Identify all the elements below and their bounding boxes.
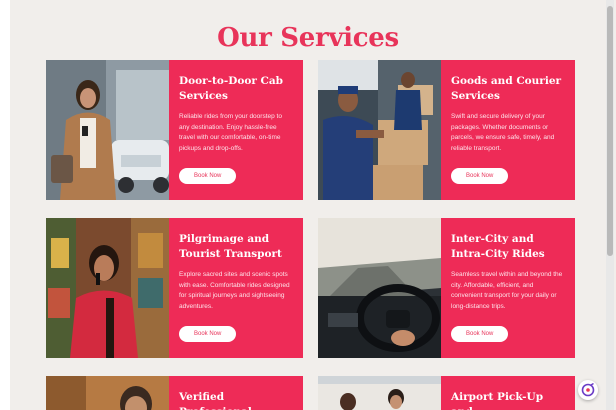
book-now-button[interactable]: Book Now [179, 168, 237, 184]
service-panel: Airport Pick-Up and [441, 376, 575, 410]
service-title: Pilgrimage and Tourist Transport [179, 233, 282, 260]
service-panel: Verified Professional [169, 376, 303, 410]
service-description: Reliable rides from your doorstep to any… [179, 113, 282, 152]
scrollbar-thumb[interactable] [607, 6, 613, 256]
service-card-verified-professional: Verified Professional [46, 376, 303, 410]
service-title: Airport Pick-Up and [451, 391, 544, 410]
service-card-pilgrimage: Pilgrimage and Tourist Transport Explore… [46, 218, 303, 358]
service-card-goods-courier: Goods and Courier Services Swift and sec… [318, 60, 575, 200]
service-card-inter-city: Inter-City and Intra-City Rides Seamless… [318, 218, 575, 358]
service-panel: Goods and Courier Services Swift and sec… [441, 60, 575, 200]
service-title: Goods and Courier Services [451, 75, 562, 102]
service-title: Door-to-Door Cab Services [179, 75, 284, 102]
page-title: Our Services [217, 23, 399, 54]
book-now-button[interactable]: Book Now [451, 168, 509, 184]
service-title: Inter-City and Intra-City Rides [451, 233, 545, 260]
service-panel: Door-to-Door Cab Services Reliable rides… [169, 60, 303, 200]
service-title: Verified Professional [179, 391, 252, 410]
service-card-door-to-door: Door-to-Door Cab Services Reliable rides… [46, 60, 303, 200]
couple-airport-photo [318, 376, 441, 410]
service-description: Explore sacred sites and scenic spots wi… [179, 271, 290, 310]
book-now-button[interactable]: Book Now [179, 326, 237, 342]
car-interior-road-photo [318, 218, 441, 358]
service-panel: Inter-City and Intra-City Rides Seamless… [441, 218, 575, 358]
service-description: Seamless travel within and beyond the ci… [451, 271, 563, 310]
chat-widget-icon [581, 383, 595, 397]
chat-widget-button[interactable] [578, 380, 598, 400]
woman-at-temple-photo [46, 218, 169, 358]
woman-with-phone-photo [46, 60, 169, 200]
courier-boxes-photo [318, 60, 441, 200]
service-description: Swift and secure delivery of your packag… [451, 113, 555, 152]
page-border-left [0, 0, 10, 410]
service-card-airport: Airport Pick-Up and [318, 376, 575, 410]
man-photo [46, 376, 169, 410]
service-panel: Pilgrimage and Tourist Transport Explore… [169, 218, 303, 358]
book-now-button[interactable]: Book Now [451, 326, 509, 342]
